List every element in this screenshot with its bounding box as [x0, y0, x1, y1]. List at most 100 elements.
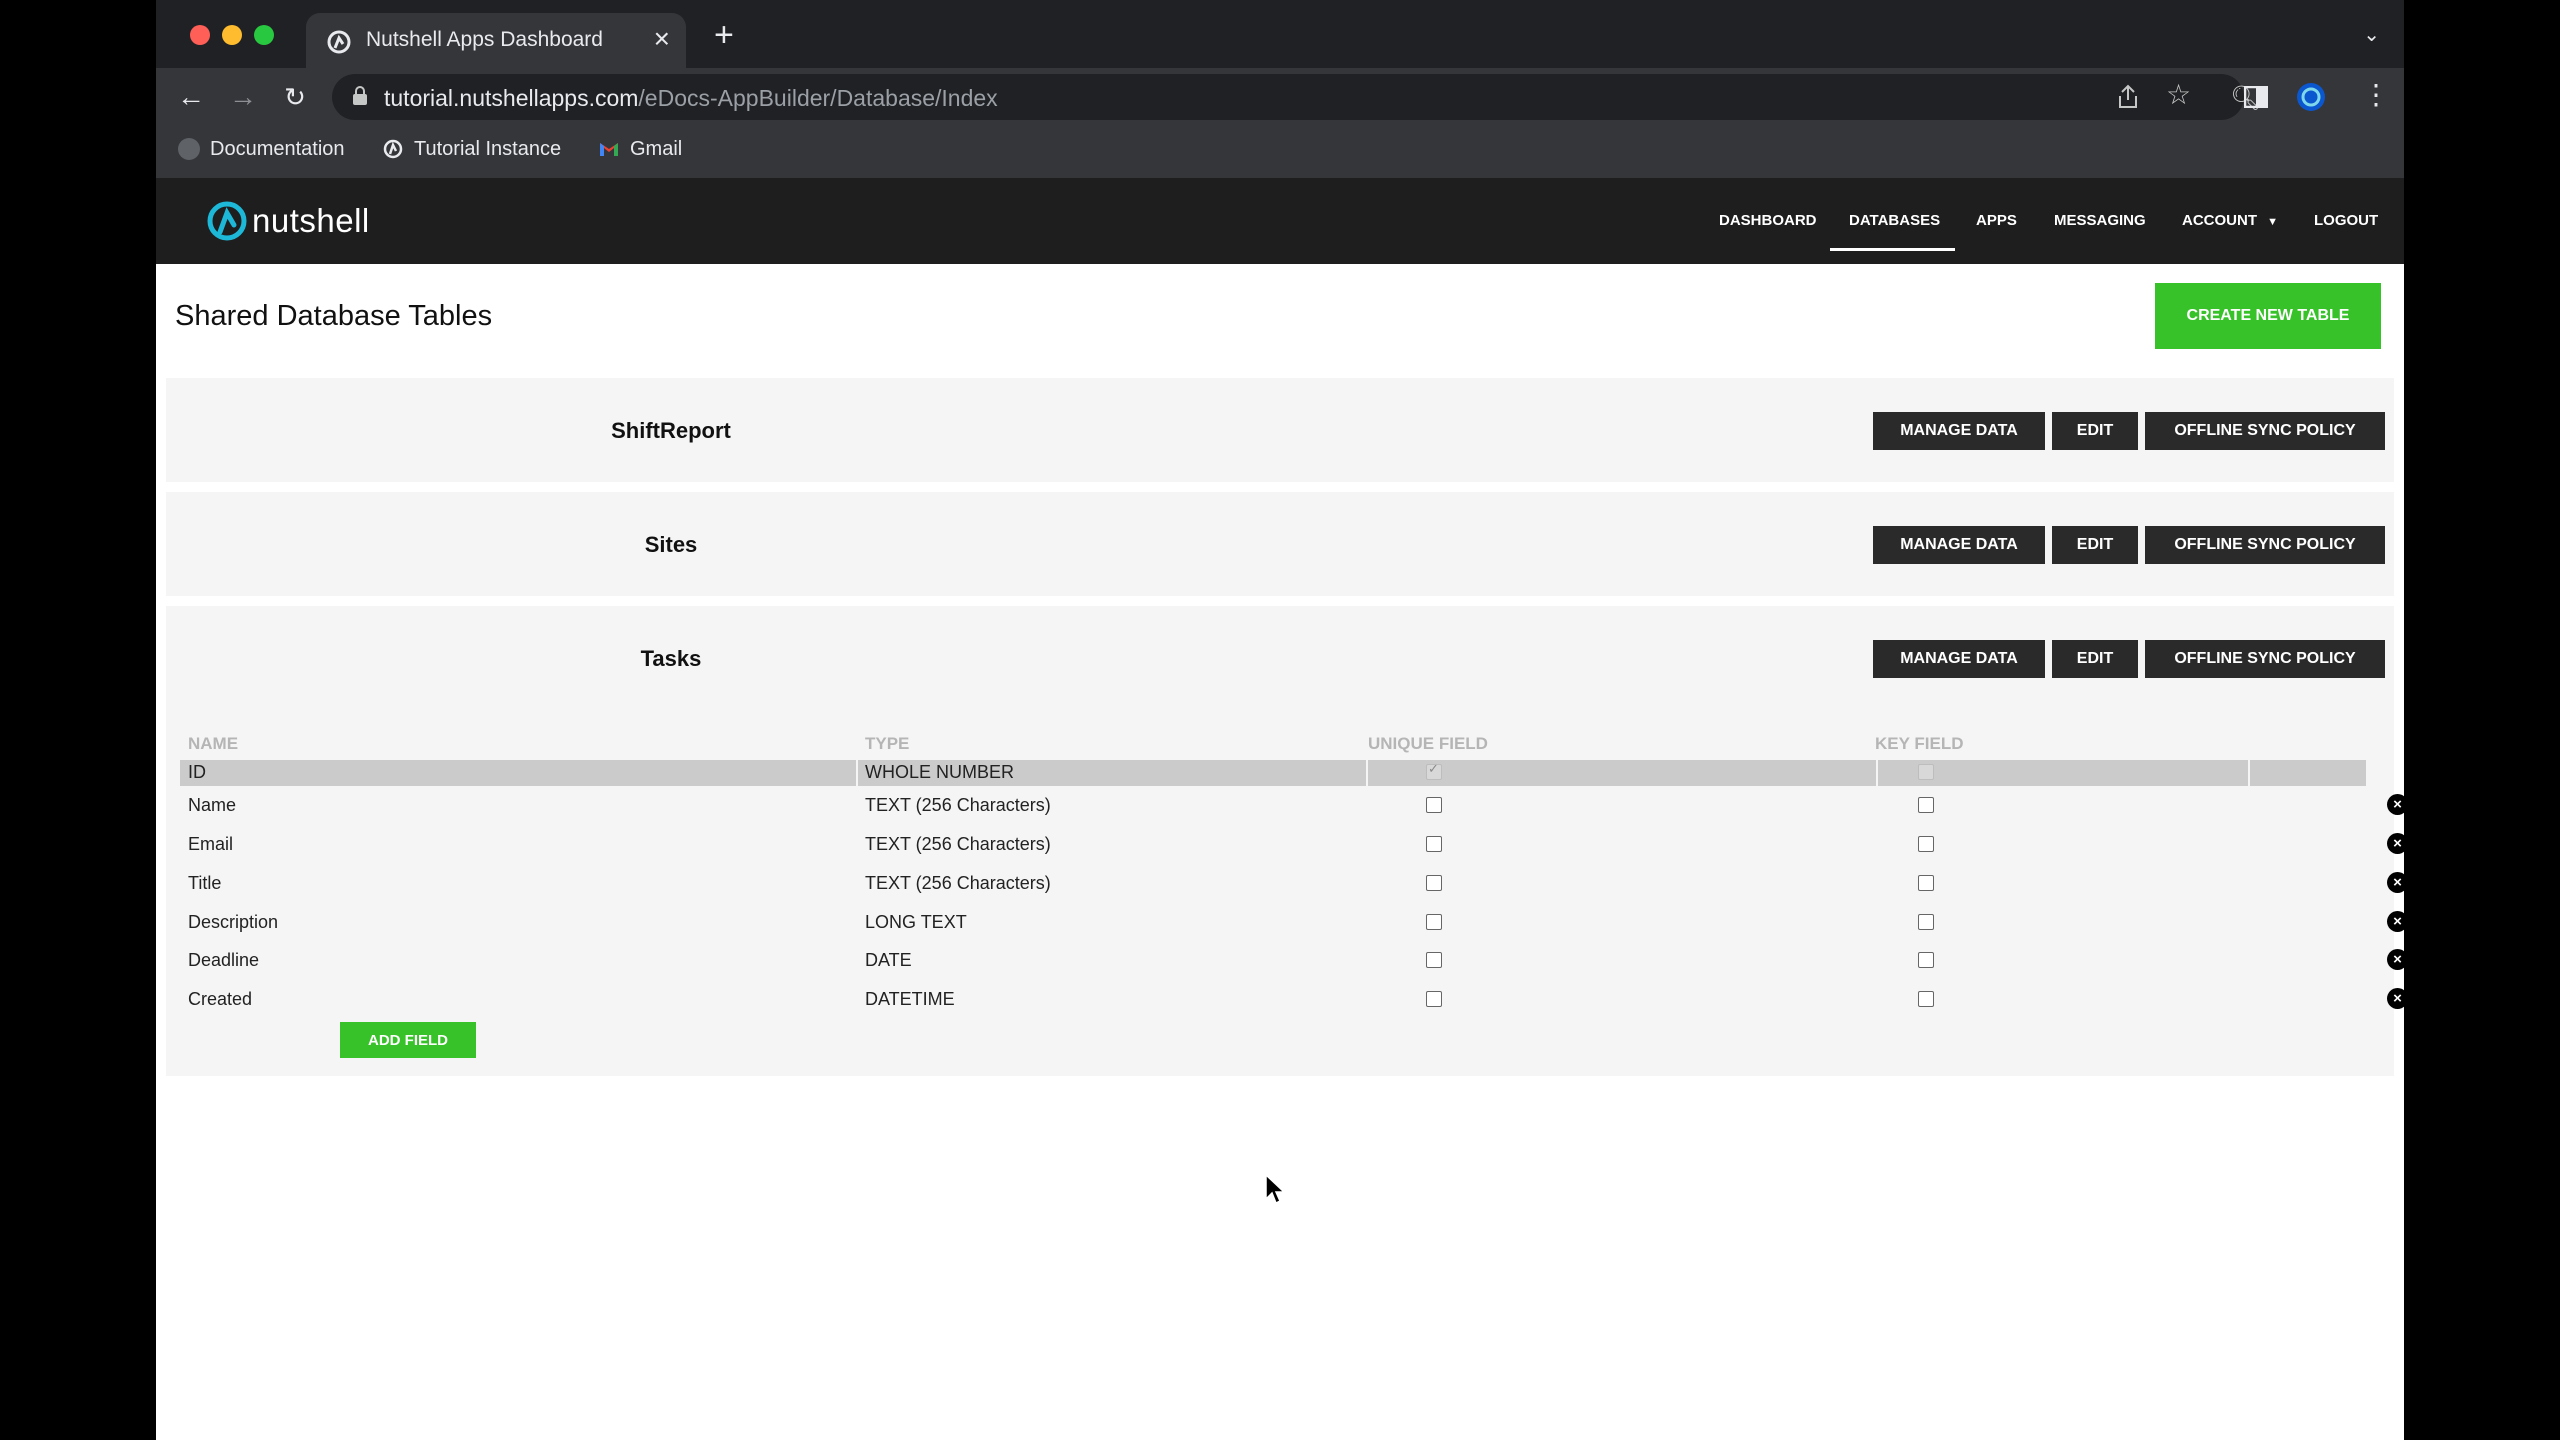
more-menu-icon[interactable]: ⋮: [2362, 78, 2390, 111]
app-header: nutshell DASHBOARD DATABASES APPS MESSAG…: [156, 178, 2404, 264]
nav-messaging[interactable]: MESSAGING: [2054, 212, 2146, 229]
tab-title: Nutshell Apps Dashboard: [366, 28, 603, 51]
minimize-window-button[interactable]: [222, 25, 242, 45]
offline-sync-policy-button[interactable]: OFFLINE SYNC POLICY: [2145, 412, 2385, 450]
nav-logout[interactable]: LOGOUT: [2314, 212, 2378, 229]
delete-field-icon[interactable]: ×: [2387, 833, 2404, 854]
url-text: tutorial.nutshellapps.com/eDocs-AppBuild…: [384, 85, 998, 112]
nutshell-favicon-icon: [383, 139, 403, 159]
back-arrow-icon[interactable]: ←: [174, 80, 208, 114]
address-bar[interactable]: tutorial.nutshellapps.com/eDocs-AppBuild…: [332, 74, 2260, 120]
table-row[interactable]: ID WHOLE NUMBER ✓: [180, 760, 2366, 786]
forward-arrow-icon[interactable]: →: [226, 80, 260, 114]
bookmark-label: Tutorial Instance: [414, 138, 562, 160]
bookmark-documentation[interactable]: Documentation: [178, 138, 345, 161]
new-tab-icon[interactable]: +: [714, 18, 734, 52]
table-row[interactable]: Deadline DATE: [180, 948, 2366, 974]
unique-field-checkbox[interactable]: [1426, 952, 1442, 968]
manage-data-button[interactable]: MANAGE DATA: [1873, 526, 2045, 564]
column-header-name: NAME: [188, 734, 239, 753]
key-field-checkbox[interactable]: [1918, 797, 1934, 813]
table-panel-sites: Sites MANAGE DATA EDIT OFFLINE SYNC POLI…: [166, 492, 2394, 596]
delete-field-icon[interactable]: ×: [2387, 949, 2404, 970]
offline-sync-policy-button[interactable]: OFFLINE SYNC POLICY: [2145, 526, 2385, 564]
browser-toolbar: ← → ↻ tutorial.nutshellapps.com/eDocs-Ap…: [156, 68, 2404, 126]
column-separator: [856, 760, 858, 786]
key-field-checkbox[interactable]: [1918, 952, 1934, 968]
share-icon[interactable]: [2116, 84, 2140, 110]
column-separator: [1876, 760, 1878, 786]
field-type: TEXT (256 Characters): [865, 834, 1051, 854]
field-name: Title: [188, 873, 222, 893]
reload-icon[interactable]: ↻: [278, 80, 312, 114]
tab-strip: Nutshell Apps Dashboard × + ⌄: [156, 0, 2404, 68]
nav-apps[interactable]: APPS: [1976, 212, 2017, 229]
browser-tab[interactable]: Nutshell Apps Dashboard ×: [306, 13, 686, 68]
column-header-unique-field: UNIQUE FIELD: [1368, 734, 1488, 753]
manage-data-button[interactable]: MANAGE DATA: [1873, 640, 2045, 678]
delete-field-icon[interactable]: ×: [2387, 794, 2404, 815]
key-field-checkbox[interactable]: [1918, 875, 1934, 891]
nav-dashboard[interactable]: DASHBOARD: [1719, 212, 1817, 229]
table-row[interactable]: Description LONG TEXT: [180, 910, 2366, 936]
maximize-window-button[interactable]: [254, 25, 274, 45]
add-field-button[interactable]: ADD FIELD: [340, 1022, 476, 1058]
nav-account[interactable]: ACCOUNT ▼: [2182, 212, 2278, 229]
field-type: TEXT (256 Characters): [865, 795, 1051, 815]
nav-account-label: ACCOUNT: [2182, 212, 2257, 229]
key-field-checkbox[interactable]: [1918, 914, 1934, 930]
bookmark-tutorial-instance[interactable]: Tutorial Instance: [382, 138, 561, 161]
profile-avatar-icon[interactable]: [2296, 82, 2326, 112]
delete-field-icon[interactable]: ×: [2387, 911, 2404, 932]
unique-field-checkbox[interactable]: [1426, 875, 1442, 891]
key-field-checkbox[interactable]: [1918, 836, 1934, 852]
page-title: Shared Database Tables: [175, 300, 493, 332]
table-row[interactable]: Name TEXT (256 Characters): [180, 793, 2366, 819]
browser-window: Nutshell Apps Dashboard × + ⌄ ← → ↻ tuto…: [156, 0, 2404, 1440]
table-row[interactable]: Title TEXT (256 Characters): [180, 871, 2366, 897]
table-name: Tasks: [640, 646, 702, 671]
column-header-type: TYPE: [865, 734, 910, 753]
offline-sync-policy-button[interactable]: OFFLINE SYNC POLICY: [2145, 640, 2385, 678]
nutshell-logo-icon[interactable]: [206, 200, 248, 242]
lock-icon: [353, 86, 367, 105]
nutshell-favicon-icon: [327, 30, 351, 54]
bookmark-gmail[interactable]: Gmail: [598, 138, 682, 161]
field-name: Name: [188, 795, 237, 815]
table-name: ShiftReport: [611, 418, 731, 443]
delete-field-icon[interactable]: ×: [2387, 988, 2404, 1009]
field-name: ID: [188, 762, 206, 782]
table-row[interactable]: Email TEXT (256 Characters): [180, 832, 2366, 858]
unique-field-checkbox[interactable]: [1426, 836, 1442, 852]
key-field-checkbox[interactable]: [1918, 991, 1934, 1007]
side-panel-icon[interactable]: [2244, 86, 2268, 108]
chevron-down-icon[interactable]: ⌄: [2363, 22, 2380, 47]
field-name: Description: [188, 912, 279, 932]
unique-field-checkbox[interactable]: [1426, 797, 1442, 813]
close-window-button[interactable]: [190, 25, 210, 45]
table-row[interactable]: Created DATETIME: [180, 987, 2366, 1013]
field-type: WHOLE NUMBER: [865, 762, 1015, 782]
bookmark-label: Gmail: [630, 138, 683, 160]
star-icon[interactable]: ☆: [2166, 78, 2191, 111]
edit-button[interactable]: EDIT: [2052, 412, 2138, 450]
field-type: DATE: [865, 950, 912, 970]
delete-field-icon[interactable]: ×: [2387, 872, 2404, 893]
close-tab-icon[interactable]: ×: [654, 23, 670, 55]
key-field-checkbox: [1918, 764, 1934, 780]
create-new-table-button[interactable]: CREATE NEW TABLE: [2155, 283, 2381, 349]
unique-field-checkbox[interactable]: [1426, 914, 1442, 930]
unique-field-checkbox[interactable]: [1426, 991, 1442, 1007]
gmail-icon: [600, 143, 618, 156]
edit-button[interactable]: EDIT: [2052, 526, 2138, 564]
column-separator: [1366, 760, 1368, 786]
edit-button[interactable]: EDIT: [2052, 640, 2138, 678]
nav-databases[interactable]: DATABASES: [1849, 212, 1940, 229]
field-type: TEXT (256 Characters): [865, 873, 1051, 893]
logo-text[interactable]: nutshell: [252, 202, 370, 240]
field-name: Email: [188, 834, 234, 854]
mouse-cursor-icon: [1265, 1174, 1286, 1205]
active-nav-indicator: [1830, 248, 1955, 251]
manage-data-button[interactable]: MANAGE DATA: [1873, 412, 2045, 450]
field-name: Deadline: [188, 950, 260, 970]
